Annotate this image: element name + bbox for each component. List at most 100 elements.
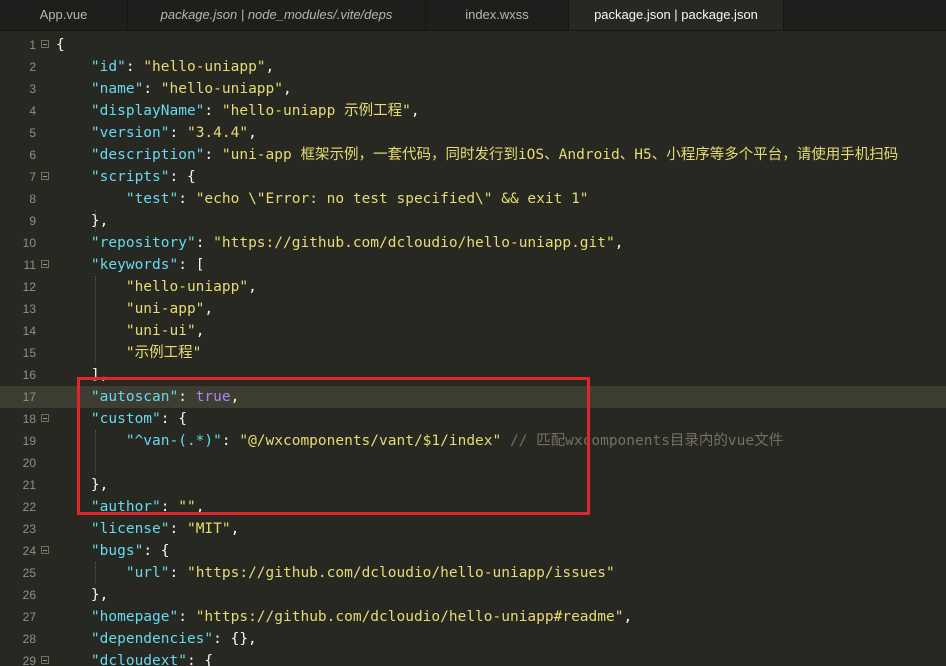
json-key: "displayName" — [90, 103, 205, 119]
code-text: "autoscan": true, — [56, 386, 239, 408]
line-number: 16 — [22, 368, 36, 382]
code-punctuation — [56, 653, 91, 666]
code-line[interactable]: 25 "url": "https://github.com/dcloudio/h… — [0, 562, 946, 584]
code-line[interactable]: 17 "autoscan": true, — [0, 386, 946, 408]
code-line[interactable]: 27 "homepage": "https://github.com/dclou… — [0, 606, 946, 628]
code-punctuation: : { — [169, 169, 196, 185]
line-number: 14 — [22, 324, 36, 338]
code-line[interactable]: 5 "version": "3.4.4", — [0, 122, 946, 144]
json-key: "autoscan" — [90, 389, 179, 405]
code-line[interactable]: 6 "description": "uni-app 框架示例，一套代码，同时发行… — [0, 144, 946, 166]
code-punctuation — [56, 125, 91, 141]
code-punctuation: : — [125, 59, 144, 75]
code-text: "scripts": { — [56, 166, 196, 188]
code-text: "version": "3.4.4", — [56, 122, 257, 144]
line-number: 19 — [22, 434, 36, 448]
code-text: { — [56, 34, 65, 56]
code-punctuation — [56, 345, 126, 361]
code-line[interactable]: 19 "^van-(.*)": "@/wxcomponents/vant/$1/… — [0, 430, 946, 452]
json-string: "uni-app 框架示例，一套代码，同时发行到iOS、Android、H5、小… — [221, 147, 899, 163]
code-text: "test": "echo \"Error: no test specified… — [56, 188, 589, 210]
tab-3[interactable]: index.wxss — [426, 0, 569, 30]
code-line[interactable]: 13 "uni-app", — [0, 298, 946, 320]
code-editor[interactable]: 1{2 "id": "hello-uniapp", 3 "name": "hell… — [0, 34, 946, 666]
line-number: 10 — [22, 236, 36, 250]
json-key: "version" — [90, 125, 170, 141]
code-line[interactable]: 28 "dependencies": {}, — [0, 628, 946, 650]
json-string: "@/wxcomponents/vant/$1/index" — [239, 433, 502, 449]
line-number: 22 — [22, 500, 36, 514]
code-punctuation: , — [230, 389, 240, 405]
code-text: "url": "https://github.com/dcloudio/hell… — [56, 562, 615, 584]
line-number: 26 — [22, 588, 36, 602]
json-boolean: true — [195, 389, 231, 405]
code-line[interactable]: 1{ — [0, 34, 946, 56]
code-line[interactable]: 21 }, — [0, 474, 946, 496]
code-line[interactable]: 24 "bugs": { — [0, 540, 946, 562]
code-punctuation — [56, 169, 91, 185]
code-line[interactable]: 2 "id": "hello-uniapp", — [0, 56, 946, 78]
fold-toggle-icon[interactable] — [41, 172, 49, 180]
code-punctuation: , — [248, 125, 257, 141]
code-line[interactable]: 14 "uni-ui", — [0, 320, 946, 342]
code-line[interactable]: 18 "custom": { — [0, 408, 946, 430]
line-number: 13 — [22, 302, 36, 316]
json-key: "dependencies" — [90, 631, 214, 647]
line-number: 3 — [29, 82, 36, 96]
json-key: "scripts" — [90, 169, 170, 185]
json-string: "示例工程" — [125, 345, 202, 361]
fold-toggle-icon[interactable] — [41, 414, 49, 422]
code-line[interactable]: 3 "name": "hello-uniapp", — [0, 78, 946, 100]
code-line[interactable]: 11 "keywords": [ — [0, 254, 946, 276]
fold-toggle-icon[interactable] — [41, 656, 49, 664]
code-punctuation: : — [169, 125, 187, 141]
code-text: "示例工程" — [56, 342, 201, 364]
code-punctuation — [56, 279, 126, 295]
code-punctuation: : — [195, 235, 214, 251]
code-punctuation: }, — [56, 477, 109, 493]
code-line[interactable]: 4 "displayName": "hello-uniapp 示例工程", — [0, 100, 946, 122]
tab-1[interactable]: App.vue — [0, 0, 128, 30]
line-number: 7 — [29, 170, 36, 184]
json-string: "uni-ui" — [125, 323, 196, 339]
code-punctuation: : — [178, 191, 196, 207]
code-line[interactable]: 20 — [0, 452, 946, 474]
code-line[interactable]: 9 }, — [0, 210, 946, 232]
code-line[interactable]: 23 "license": "MIT", — [0, 518, 946, 540]
code-line[interactable]: 16 ], — [0, 364, 946, 386]
code-text: "custom": { — [56, 408, 187, 430]
code-line[interactable]: 10 "repository": "https://github.com/dcl… — [0, 232, 946, 254]
fold-toggle-icon[interactable] — [41, 260, 49, 268]
line-number: 11 — [23, 258, 36, 272]
line-number: 27 — [22, 610, 36, 624]
tab-2[interactable]: package.json | node_modules/.vite/deps — [128, 0, 426, 30]
code-text: "repository": "https://github.com/dcloud… — [56, 232, 624, 254]
json-string: "hello-uniapp 示例工程" — [221, 103, 411, 119]
code-punctuation: , — [195, 323, 205, 339]
line-number: 1 — [29, 38, 36, 52]
code-line[interactable]: 7 "scripts": { — [0, 166, 946, 188]
line-number: 23 — [22, 522, 36, 536]
code-punctuation — [56, 257, 91, 273]
code-punctuation: : — [169, 521, 187, 537]
fold-toggle-icon[interactable] — [41, 546, 49, 554]
code-line[interactable]: 29 "dcloudext": { — [0, 650, 946, 666]
code-text: "keywords": [ — [56, 254, 205, 276]
json-string: "MIT" — [186, 521, 231, 537]
code-line[interactable]: 8 "test": "echo \"Error: no test specifi… — [0, 188, 946, 210]
code-line[interactable]: 26 }, — [0, 584, 946, 606]
code-line[interactable]: 15 "示例工程" — [0, 342, 946, 364]
code-line[interactable]: 22 "author": "", — [0, 496, 946, 518]
json-string: "https://github.com/dcloudio/hello-uniap… — [213, 235, 615, 251]
code-punctuation: }, — [56, 213, 109, 229]
json-key: "dcloudext" — [90, 653, 187, 666]
json-key: "repository" — [90, 235, 196, 251]
line-number: 2 — [29, 60, 36, 74]
json-string: "" — [178, 499, 196, 515]
tab-4[interactable]: package.json | package.json — [569, 0, 784, 30]
code-text: "uni-app", — [56, 298, 213, 320]
code-punctuation: }, — [56, 587, 109, 603]
code-text: "dependencies": {}, — [56, 628, 257, 650]
code-line[interactable]: 12 "hello-uniapp", — [0, 276, 946, 298]
fold-toggle-icon[interactable] — [41, 40, 49, 48]
